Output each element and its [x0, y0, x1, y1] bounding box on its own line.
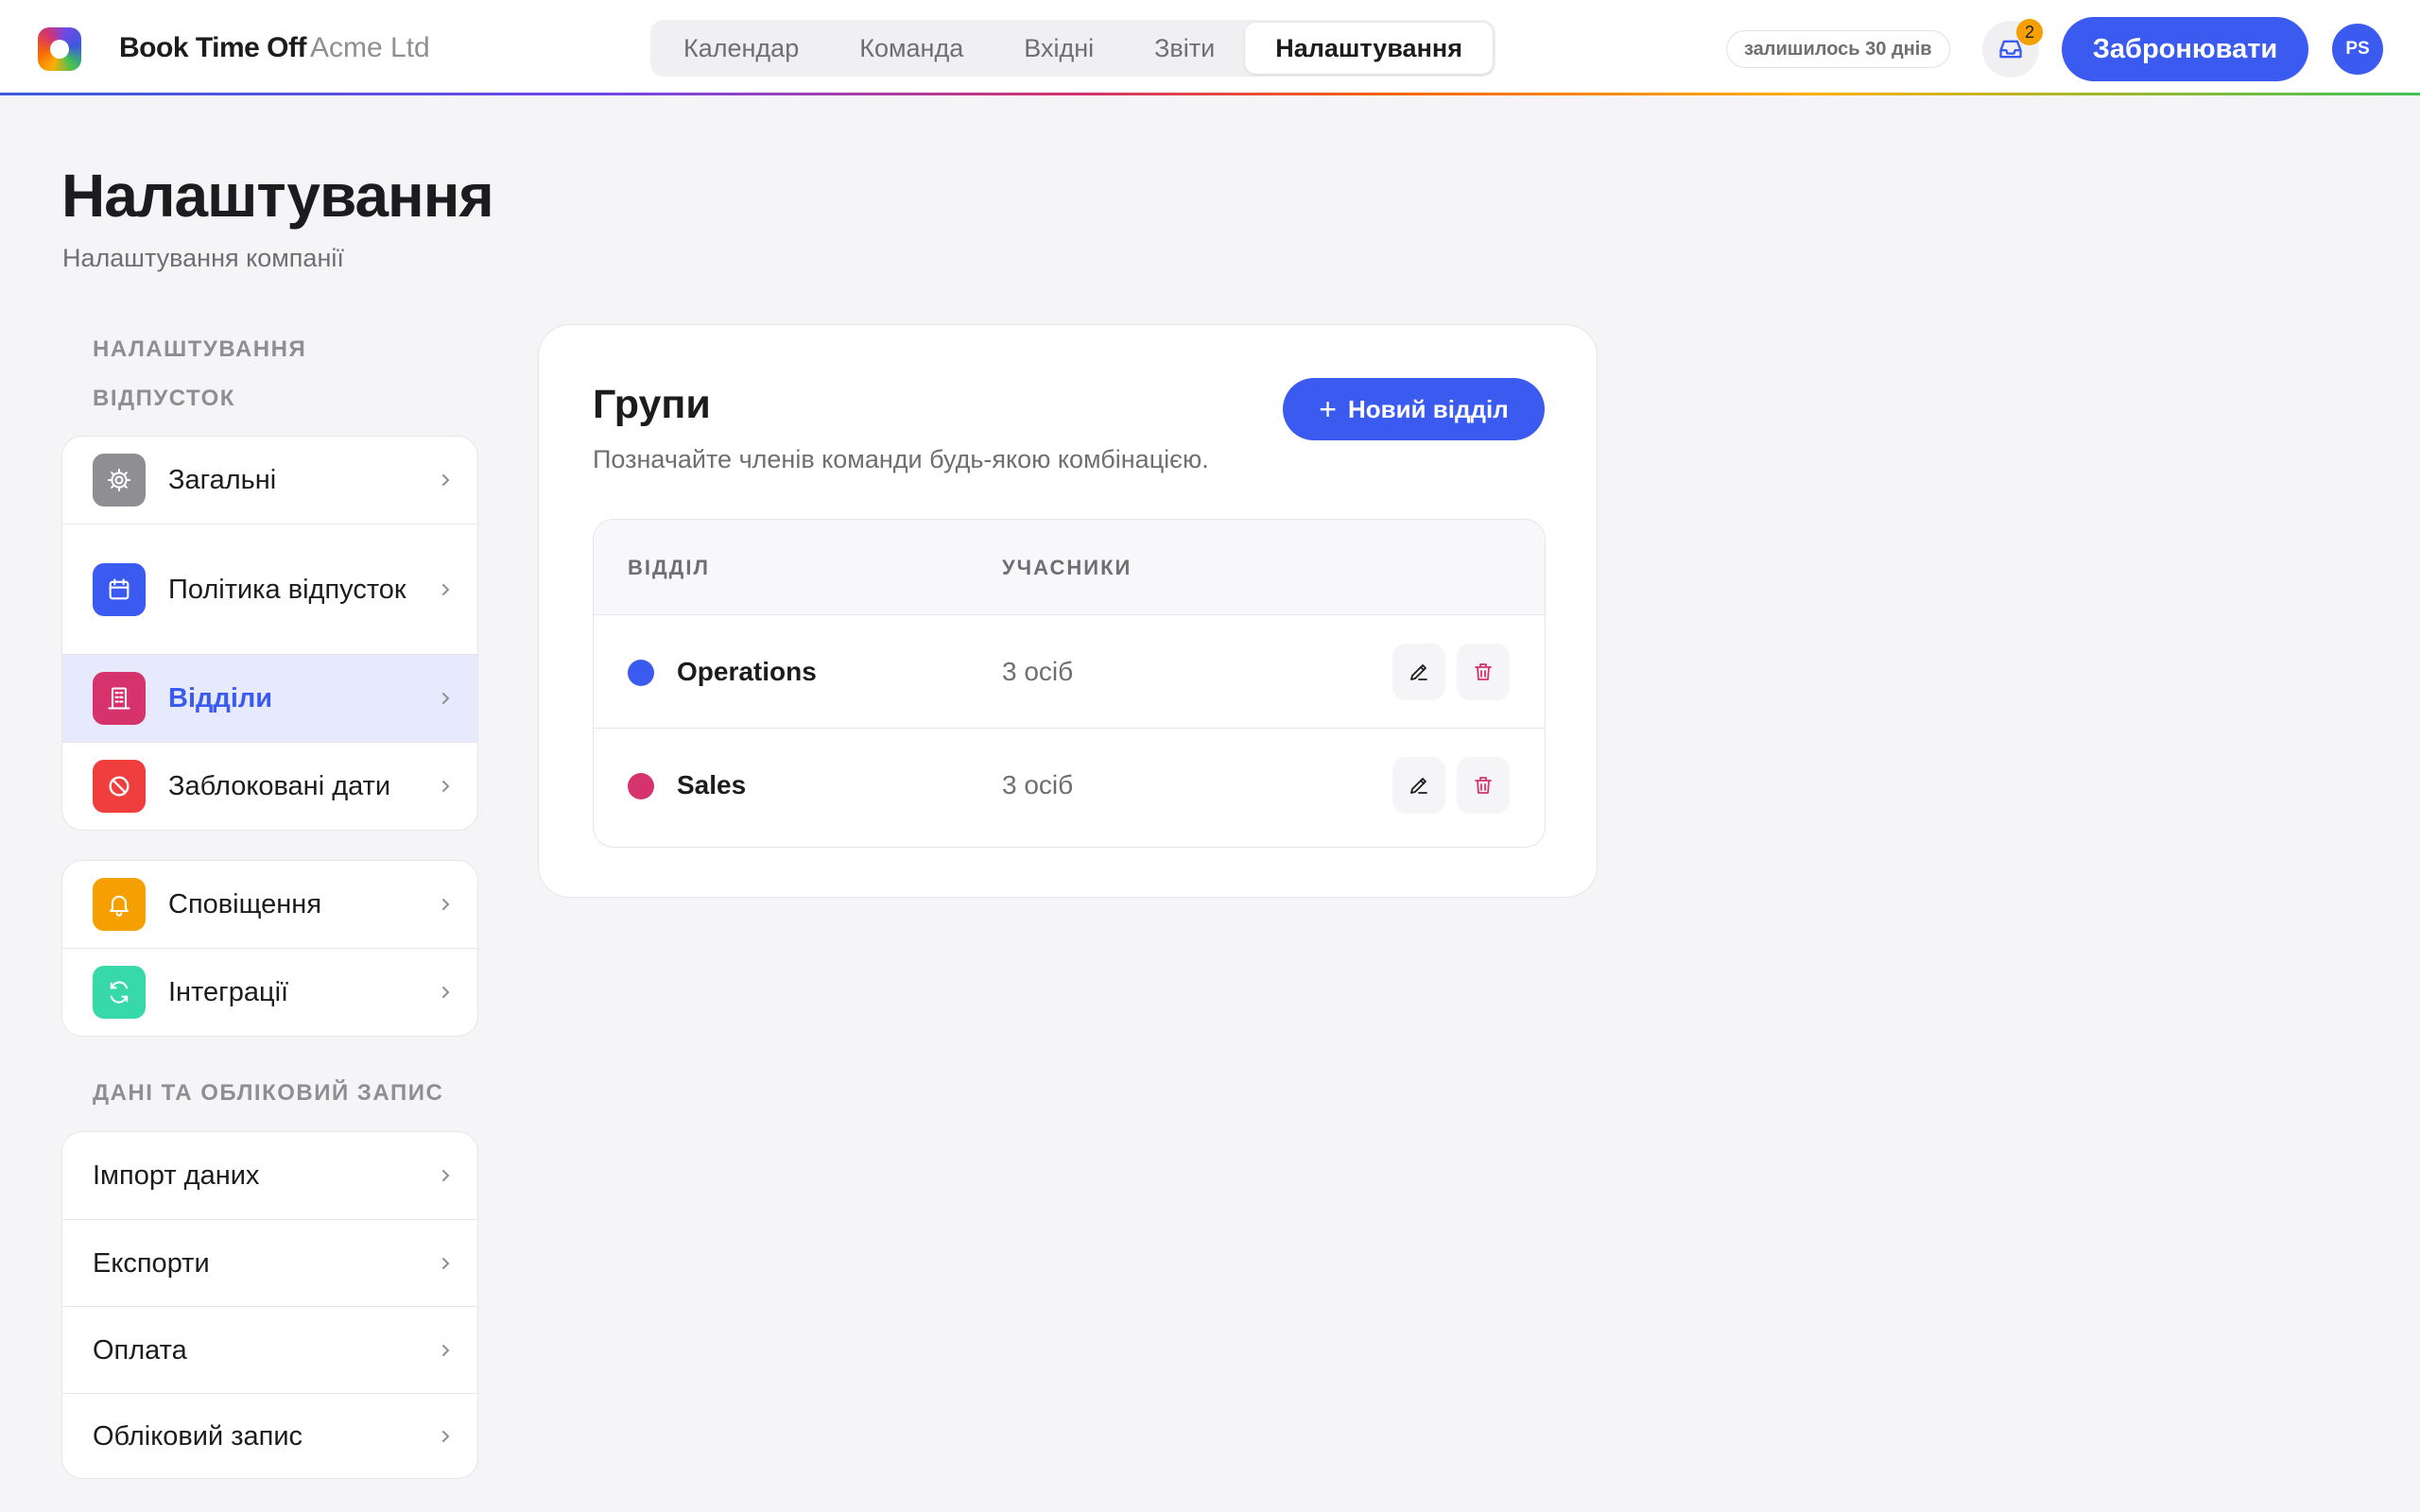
- sidebar-item-general[interactable]: Загальні: [62, 437, 477, 524]
- accent-divider: [0, 93, 2420, 95]
- chevron-right-icon: [442, 693, 450, 704]
- inbox-count-badge: 2: [2016, 19, 2043, 45]
- page-subtitle: Налаштування компанії: [62, 244, 344, 272]
- trash-icon: [1475, 663, 1492, 680]
- table-header: ВІДДІЛ УЧАСНИКИ: [594, 520, 1545, 615]
- company-name: Acme Ltd: [310, 32, 430, 63]
- chevron-right-icon: [442, 987, 450, 998]
- bell-icon: [93, 878, 146, 931]
- edit-button[interactable]: [1392, 757, 1445, 814]
- chevron-right-icon: [442, 1344, 450, 1356]
- building-icon: [93, 672, 146, 725]
- top-bar: Book Time Off Acme Ltd Календар Команда …: [0, 0, 2420, 95]
- inbox-button[interactable]: 2: [1982, 19, 2043, 77]
- section-label-leave-settings: НАЛАШТУВАННЯ ВІДПУСТОК: [93, 336, 307, 411]
- calendar-icon: [93, 562, 146, 616]
- sync-icon: [93, 966, 146, 1019]
- chevron-right-icon: [442, 474, 450, 486]
- chevron-right-icon: [442, 781, 450, 792]
- department-members: 3 осіб: [1002, 770, 1074, 799]
- new-department-button[interactable]: + Новий відділ: [1283, 378, 1545, 440]
- sidebar-item-exports[interactable]: Експорти: [62, 1220, 477, 1307]
- department-color-dot: [628, 773, 654, 799]
- sidebar-item-label: Політика відпусток: [168, 574, 406, 605]
- delete-button[interactable]: [1457, 644, 1510, 700]
- sidebar-item-label: Сповіщення: [168, 889, 322, 919]
- chevron-right-icon: [442, 1430, 450, 1442]
- card-description: Позначайте членів команди будь-якою комб…: [593, 445, 1209, 473]
- sidebar-item-label: Інтеграції: [168, 977, 289, 1007]
- departments-table: ВІДДІЛ УЧАСНИКИ Operations 3 осіб Sales …: [593, 519, 1546, 848]
- column-header-department: ВІДДІЛ: [628, 556, 710, 579]
- trash-icon: [1475, 777, 1492, 794]
- brand-name: Book Time Off: [119, 32, 306, 63]
- sidebar-item-label: Експорти: [93, 1247, 210, 1279]
- settings-group-app: Сповіщення Інтеграції: [61, 860, 478, 1037]
- sidebar-item-billing[interactable]: Оплата: [62, 1307, 477, 1394]
- main-nav: Календар Команда Вхідні Звіти Налаштуван…: [650, 20, 1495, 77]
- tab-settings[interactable]: Налаштування: [1245, 23, 1493, 74]
- sidebar-item-label: Загальні: [168, 465, 277, 495]
- block-icon: [93, 760, 146, 813]
- tab-team[interactable]: Команда: [829, 23, 994, 74]
- edit-button[interactable]: [1392, 644, 1445, 700]
- settings-group-data: Імпорт даних Експорти Оплата Обліковий з…: [61, 1131, 478, 1479]
- tab-inbox[interactable]: Вхідні: [994, 23, 1124, 74]
- department-name: Operations: [677, 657, 817, 686]
- tab-reports[interactable]: Звіти: [1124, 23, 1245, 74]
- chevron-right-icon: [442, 899, 450, 910]
- chevron-right-icon: [442, 1257, 450, 1269]
- user-avatar[interactable]: PS: [2332, 24, 2383, 75]
- settings-group-leave: Загальні Політика відпусток Відділи Забл…: [61, 436, 478, 831]
- column-header-members: УЧАСНИКИ: [1002, 556, 1132, 579]
- page-title: Налаштування: [61, 162, 494, 230]
- sidebar-item-label: Обліковий запис: [93, 1420, 303, 1452]
- sidebar-item-label: Імпорт даних: [93, 1160, 260, 1191]
- sidebar-item-notifications[interactable]: Сповіщення: [62, 861, 477, 949]
- delete-button[interactable]: [1457, 757, 1510, 814]
- department-name: Sales: [677, 770, 747, 799]
- new-department-label: Новий відділ: [1347, 394, 1509, 423]
- sidebar-item-label: Відділи: [168, 683, 273, 713]
- sidebar-item-label: Заблоковані дати: [168, 771, 391, 801]
- department-color-dot: [628, 660, 654, 686]
- app-logo[interactable]: [38, 27, 81, 71]
- sidebar-item-integrations[interactable]: Інтеграції: [62, 949, 477, 1036]
- chevron-right-icon: [442, 583, 450, 595]
- table-row[interactable]: Sales 3 осіб: [594, 729, 1545, 845]
- sidebar-item-blocked-dates[interactable]: Заблоковані дати: [62, 743, 477, 830]
- department-members: 3 осіб: [1002, 657, 1074, 686]
- section-label-data-account: ДАНІ ТА ОБЛІКОВИЙ ЗАПИС: [93, 1080, 444, 1106]
- sidebar-item-account[interactable]: Обліковий запис: [62, 1394, 477, 1478]
- sidebar-item-leave-policy[interactable]: Політика відпусток: [62, 524, 477, 655]
- sidebar-item-import[interactable]: Імпорт даних: [62, 1132, 477, 1220]
- groups-card: Групи Позначайте членів команди будь-яко…: [538, 324, 1598, 898]
- chevron-right-icon: [442, 1170, 450, 1181]
- pencil-icon: [1410, 778, 1427, 794]
- sidebar-item-departments[interactable]: Відділи: [62, 655, 477, 743]
- trial-days-badge: залишилось 30 днів: [1726, 30, 1950, 68]
- pencil-icon: [1410, 664, 1427, 680]
- tab-calendar[interactable]: Календар: [653, 23, 829, 74]
- book-time-off-button[interactable]: Забронювати: [2062, 17, 2308, 81]
- sidebar-item-label: Оплата: [93, 1334, 187, 1366]
- card-title: Групи: [593, 382, 711, 427]
- table-row[interactable]: Operations 3 осіб: [594, 615, 1545, 729]
- plus-icon: +: [1319, 391, 1337, 426]
- gear-icon: [93, 454, 146, 507]
